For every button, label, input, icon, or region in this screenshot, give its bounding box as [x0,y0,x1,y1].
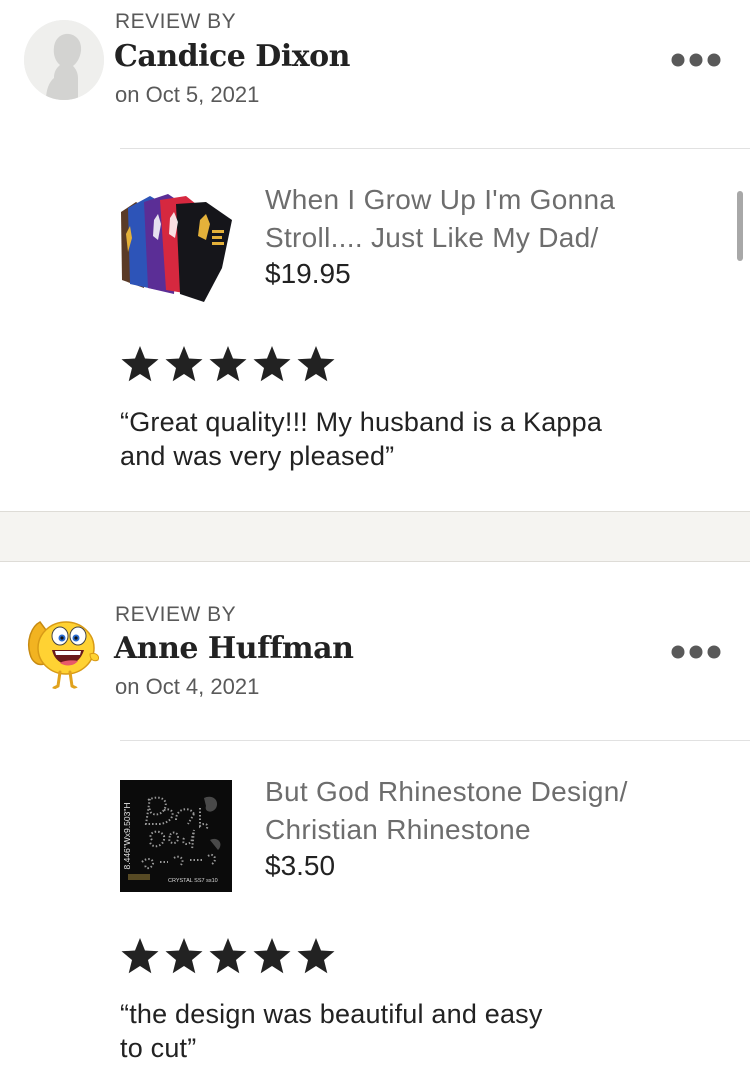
product-title-line: Stroll.... Just Like My Dad/ [265,222,599,253]
product-title-line: But God Rhinestone Design/ [265,776,628,807]
divider [120,740,750,741]
review-text: “Great quality!!! My husband is a Kappa … [120,405,710,473]
divider [120,148,750,149]
star-icon [121,938,159,974]
product-price: $19.95 [265,258,351,289]
section-separator [0,511,750,562]
tshirts-thumbnail-icon [118,190,234,304]
star-icon [209,938,247,974]
review-text-line: and was very pleased” [120,441,395,471]
review-card: REVIEW BY Candice Dixon on Oct 5, 2021 W… [0,0,750,511]
star-icon [253,938,291,974]
review-by-label: REVIEW BY [115,603,237,626]
product-title-link[interactable]: But God Rhinestone Design/ Christian Rhi… [265,773,705,849]
rhinestone-design-thumbnail-icon: 8.446"Wx9.503"H CRYSTAL SS7 ss10 [120,780,232,892]
star-icon [209,346,247,382]
emoji-character-icon [28,621,99,690]
review-text: “the design was beautiful and easy to cu… [120,997,710,1065]
review-date: on Oct 4, 2021 [115,674,260,699]
more-options-icon [671,53,721,67]
star-rating [120,344,336,384]
product-title-line: Christian Rhinestone [265,814,531,845]
product-image[interactable] [118,190,234,304]
star-icon [165,938,203,974]
review-card: REVIEW BY Anne Huffman on Oct 4, 2021 8.… [0,562,750,1065]
product-price: $3.50 [265,850,336,881]
reviewer-avatar[interactable] [24,20,104,100]
reviewer-avatar[interactable] [24,610,104,690]
review-text-line: “Great quality!!! My husband is a Kappa [120,407,603,437]
review-date: on Oct 5, 2021 [115,82,260,107]
reviewer-name[interactable]: Candice Dixon [114,39,350,74]
reviewer-name[interactable]: Anne Huffman [114,631,354,666]
product-title-line: When I Grow Up I'm Gonna [265,184,616,215]
product-image[interactable]: 8.446"Wx9.503"H CRYSTAL SS7 ss10 [120,780,232,892]
star-icon [297,346,335,382]
more-options-button[interactable] [670,52,722,68]
more-options-icon [671,645,721,659]
star-icon [121,346,159,382]
star-icon [165,346,203,382]
star-icon [297,938,335,974]
product-title-link[interactable]: When I Grow Up I'm Gonna Stroll.... Just… [265,181,705,257]
star-icon [253,346,291,382]
default-user-silhouette-icon [24,20,104,100]
more-options-button[interactable] [670,644,722,660]
review-text-line: “the design was beautiful and easy [120,999,543,1029]
review-text-line: to cut” [120,1033,197,1063]
product-image-footer-text: CRYSTAL SS7 ss10 [168,878,218,884]
review-by-label: REVIEW BY [115,10,237,33]
product-image-side-label: 8.446"Wx9.503"H [122,803,132,870]
scrollbar-thumb[interactable] [737,191,743,261]
star-rating [120,936,336,976]
